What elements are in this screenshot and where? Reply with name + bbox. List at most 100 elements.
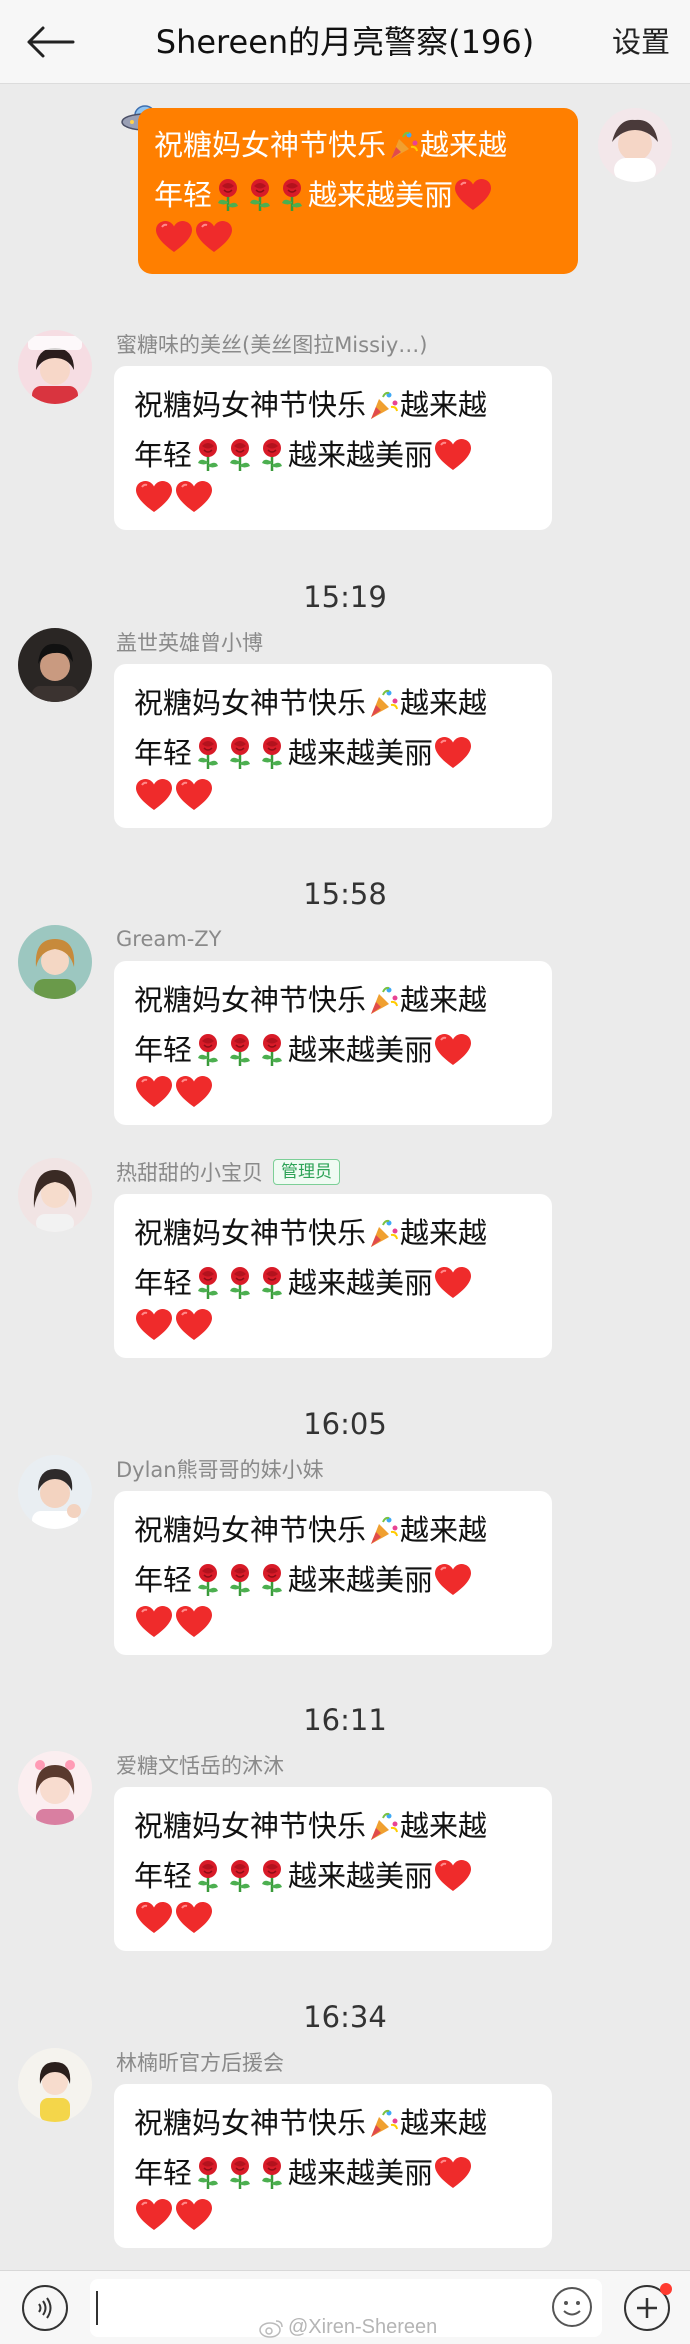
rose-icon [277,178,307,212]
message-line-2: 年轻 越来越美丽 [134,1555,534,1605]
emoji-icon [563,2301,581,2316]
party-popper-icon [367,2107,399,2139]
sender-name-text: Gream-ZY [116,927,222,951]
heart-icon [434,1563,472,1597]
greeting-text: 越来越 [400,388,488,422]
rose-icon [213,178,243,212]
greeting-text: 越来越 [400,686,488,720]
sender-name-text: 林楠昕官方后援会 [116,2051,284,2075]
greeting-text: 祝糖妈女神节快乐 [134,2106,367,2140]
party-popper-icon [387,129,419,161]
back-arrow-icon [27,26,75,58]
avatar[interactable] [18,330,92,404]
greeting-text: 年轻 [134,1033,193,1067]
watermark: @Xiren-Shereen [258,2316,437,2339]
heart-icon [135,1605,173,1639]
settings-button[interactable]: 设置 [612,0,670,84]
voice-icon [38,2297,52,2319]
message-line-1: 祝糖妈女神节快乐 越来越 [154,120,564,170]
heart-icon [175,1308,213,1342]
greeting-text: 祝糖妈女神节快乐 [134,388,367,422]
heart-icon [175,1605,213,1639]
rose-icon [193,1033,223,1067]
sender-name[interactable]: Dylan熊哥哥的妹小妹 [116,1455,324,1483]
chat-header: Shereen的月亮警察(196) 设置 [0,0,690,84]
greeting-text: 祝糖妈女神节快乐 [134,1513,367,1547]
message-bubble[interactable]: 祝糖妈女神节快乐 越来越 年轻 越来越美丽 [114,1787,552,1951]
back-button[interactable] [22,18,78,66]
avatar[interactable] [598,108,672,182]
message-line-3 [134,1605,534,1639]
greeting-text: 越来越美丽 [288,2156,434,2190]
sender-name[interactable]: 林楠昕官方后援会 [116,2048,284,2076]
greeting-text: 年轻 [134,1859,193,1893]
message-bubble[interactable]: 祝糖妈女神节快乐 越来越 年轻 越来越美丽 [114,2084,552,2248]
heart-icon [454,178,492,212]
rose-icon [225,2156,255,2190]
heart-icon [434,1859,472,1893]
avatar[interactable] [18,1455,92,1529]
rose-icon [193,438,223,472]
sender-name[interactable]: Gream-ZY [116,925,221,953]
heart-icon [175,1075,213,1109]
rose-icon [257,1859,287,1893]
avatar[interactable] [18,2048,92,2122]
message-bubble[interactable]: 祝糖妈女神节快乐 越来越 年轻 越来越美丽 [114,664,552,828]
rose-icon [193,1266,223,1300]
text-caret [96,2291,98,2325]
notification-dot [660,2283,672,2295]
message-line-3 [134,480,534,514]
message-bubble[interactable]: 祝糖妈女神节快乐 越来越 年轻 越来越美丽 [114,366,552,530]
avatar[interactable] [18,925,92,999]
greeting-text: 年轻 [134,736,193,770]
greeting-text: 越来越美丽 [288,1563,434,1597]
party-popper-icon [367,1810,399,1842]
message-bubble[interactable]: 祝糖妈女神节快乐 越来越 年轻 越来越美丽 [114,1194,552,1358]
greeting-text: 越来越 [400,1809,488,1843]
sender-name[interactable]: 爱糖文恬岳的沐沐 [116,1751,284,1779]
message-line-1: 祝糖妈女神节快乐 越来越 [134,380,534,430]
page-title: Shereen的月亮警察(196) [155,23,535,61]
party-popper-icon [367,687,399,719]
rose-icon [245,178,275,212]
message-line-1: 祝糖妈女神节快乐 越来越 [134,975,534,1025]
message-line-1: 祝糖妈女神节快乐 越来越 [134,2098,534,2148]
voice-button[interactable] [22,2285,68,2331]
avatar[interactable] [18,1158,92,1232]
heart-icon [195,220,233,254]
avatar[interactable] [18,628,92,702]
self-message-bubble[interactable]: 祝糖妈女神节快乐 越来越 年轻 越来越美丽 [138,108,578,274]
rose-icon [225,1563,255,1597]
message-line-3 [134,1075,534,1109]
sender-name[interactable]: 盖世英雄曾小博 [116,628,263,656]
admin-badge: 管理员 [273,1159,340,1185]
emoji-button[interactable] [552,2287,592,2327]
rose-icon [193,736,223,770]
avatar[interactable] [18,1751,92,1825]
heart-icon [434,2156,472,2190]
greeting-text: 祝糖妈女神节快乐 [134,1216,367,1250]
message-line-2: 年轻 越来越美丽 [134,430,534,480]
plus-icon [637,2298,657,2318]
rose-icon [225,1859,255,1893]
greeting-text: 越来越美丽 [288,1266,434,1300]
message-bubble[interactable]: 祝糖妈女神节快乐 越来越 年轻 越来越美丽 [114,961,552,1125]
message-line-1: 祝糖妈女神节快乐 越来越 [134,1801,534,1851]
timestamp: 16:11 [303,1703,387,1737]
message-line-2: 年轻 越来越美丽 [134,1851,534,1901]
greeting-text: 年轻 [134,2156,193,2190]
heart-icon [434,736,472,770]
heart-icon [175,1901,213,1935]
sender-name[interactable]: 蜜糖味的美丝(美丝图拉Missiy…) [116,330,427,358]
timestamp: 15:19 [303,580,387,614]
sender-name[interactable]: 热甜甜的小宝贝 管理员 [116,1158,340,1186]
sender-name-text: 盖世英雄曾小博 [116,631,263,655]
message-line-3 [134,778,534,812]
heart-icon [135,1901,173,1935]
message-bubble[interactable]: 祝糖妈女神节快乐 越来越 年轻 越来越美丽 [114,1491,552,1655]
greeting-text: 越来越 [400,2106,488,2140]
party-popper-icon [367,1217,399,1249]
greeting-text: 越来越 [400,983,488,1017]
greeting-text: 祝糖妈女神节快乐 [134,686,367,720]
rose-icon [225,1266,255,1300]
